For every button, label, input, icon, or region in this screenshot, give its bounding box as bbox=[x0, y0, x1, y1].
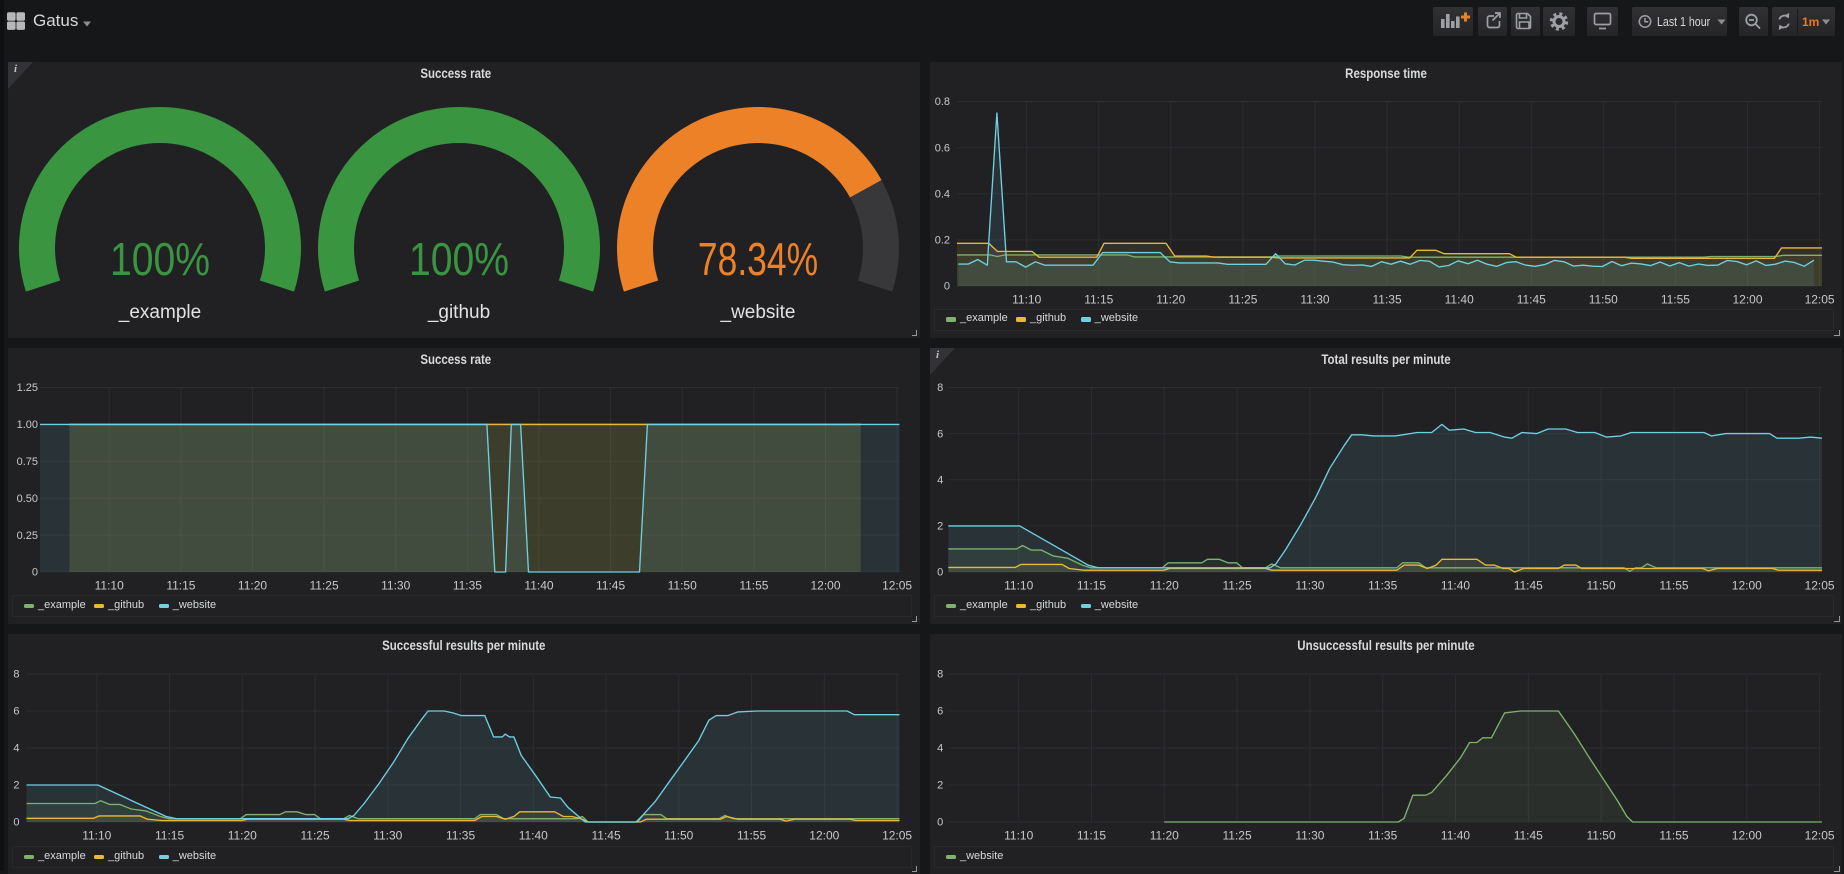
svg-text:11:20: 11:20 bbox=[1150, 579, 1179, 593]
svg-text:11:50: 11:50 bbox=[668, 579, 697, 593]
svg-text:11:35: 11:35 bbox=[446, 829, 475, 843]
svg-text:0.4: 0.4 bbox=[935, 188, 950, 200]
svg-text:0: 0 bbox=[937, 817, 943, 829]
svg-text:11:30: 11:30 bbox=[381, 579, 410, 593]
svg-text:11:40: 11:40 bbox=[524, 579, 553, 593]
svg-text:11:35: 11:35 bbox=[1368, 829, 1397, 843]
svg-text:11:25: 11:25 bbox=[1228, 293, 1257, 307]
svg-text:11:15: 11:15 bbox=[155, 829, 184, 843]
svg-text:11:45: 11:45 bbox=[1514, 829, 1543, 843]
svg-text:8: 8 bbox=[937, 382, 943, 394]
svg-text:12:00: 12:00 bbox=[1732, 579, 1762, 593]
svg-text:11:10: 11:10 bbox=[1004, 579, 1033, 593]
svg-text:11:50: 11:50 bbox=[1587, 579, 1616, 593]
svg-text:11:50: 11:50 bbox=[664, 829, 693, 843]
svg-text:11:20: 11:20 bbox=[1150, 829, 1179, 843]
svg-text:2: 2 bbox=[937, 780, 943, 792]
svg-text:11:55: 11:55 bbox=[737, 829, 766, 843]
svg-text:6: 6 bbox=[937, 706, 943, 718]
svg-text:1.00: 1.00 bbox=[17, 419, 38, 431]
svg-text:0.6: 0.6 bbox=[935, 142, 950, 154]
svg-text:11:40: 11:40 bbox=[1441, 579, 1470, 593]
svg-text:11:10: 11:10 bbox=[82, 829, 111, 843]
svg-text:0.50: 0.50 bbox=[17, 493, 38, 505]
svg-text:8: 8 bbox=[13, 669, 19, 681]
svg-text:11:45: 11:45 bbox=[596, 579, 625, 593]
svg-text:11:55: 11:55 bbox=[1661, 293, 1690, 307]
svg-text:11:35: 11:35 bbox=[453, 579, 482, 593]
svg-text:11:15: 11:15 bbox=[1084, 293, 1113, 307]
svg-text:11:10: 11:10 bbox=[95, 579, 124, 593]
svg-text:11:45: 11:45 bbox=[1514, 579, 1543, 593]
svg-text:0.25: 0.25 bbox=[17, 530, 38, 542]
svg-text:11:30: 11:30 bbox=[1295, 829, 1324, 843]
svg-text:11:15: 11:15 bbox=[166, 579, 195, 593]
svg-text:11:15: 11:15 bbox=[1077, 829, 1106, 843]
svg-text:11:30: 11:30 bbox=[1300, 293, 1329, 307]
svg-text:0.8: 0.8 bbox=[935, 96, 950, 108]
svg-text:2: 2 bbox=[937, 521, 943, 533]
svg-text:0.2: 0.2 bbox=[935, 235, 950, 247]
svg-text:0.75: 0.75 bbox=[17, 456, 38, 468]
svg-text:0: 0 bbox=[32, 567, 38, 579]
svg-text:11:55: 11:55 bbox=[739, 579, 768, 593]
svg-text:0: 0 bbox=[937, 567, 943, 579]
svg-text:11:35: 11:35 bbox=[1368, 579, 1397, 593]
svg-text:6: 6 bbox=[13, 706, 19, 718]
svg-text:11:40: 11:40 bbox=[1445, 293, 1474, 307]
svg-text:12:05: 12:05 bbox=[882, 829, 912, 843]
svg-text:12:05: 12:05 bbox=[1805, 579, 1835, 593]
svg-text:11:40: 11:40 bbox=[519, 829, 548, 843]
svg-text:12:00: 12:00 bbox=[1732, 829, 1762, 843]
svg-text:12:00: 12:00 bbox=[809, 829, 839, 843]
svg-text:11:55: 11:55 bbox=[1659, 579, 1688, 593]
svg-text:0: 0 bbox=[13, 817, 19, 829]
svg-text:11:55: 11:55 bbox=[1659, 829, 1688, 843]
svg-text:6: 6 bbox=[937, 428, 943, 440]
svg-text:11:30: 11:30 bbox=[373, 829, 402, 843]
svg-text:4: 4 bbox=[13, 743, 19, 755]
svg-text:12:00: 12:00 bbox=[810, 579, 840, 593]
svg-text:11:50: 11:50 bbox=[1589, 293, 1618, 307]
svg-text:8: 8 bbox=[937, 669, 943, 681]
svg-text:11:10: 11:10 bbox=[1004, 829, 1033, 843]
svg-text:11:25: 11:25 bbox=[1223, 579, 1252, 593]
svg-text:12:05: 12:05 bbox=[882, 579, 912, 593]
svg-text:11:45: 11:45 bbox=[1517, 293, 1546, 307]
svg-text:11:25: 11:25 bbox=[1223, 829, 1252, 843]
svg-text:11:25: 11:25 bbox=[310, 579, 339, 593]
svg-text:11:50: 11:50 bbox=[1587, 829, 1616, 843]
svg-text:4: 4 bbox=[937, 474, 943, 486]
svg-text:12:00: 12:00 bbox=[1732, 293, 1762, 307]
svg-text:11:20: 11:20 bbox=[238, 579, 267, 593]
svg-text:11:15: 11:15 bbox=[1077, 579, 1106, 593]
svg-text:1.25: 1.25 bbox=[17, 382, 38, 394]
svg-text:4: 4 bbox=[937, 743, 943, 755]
svg-text:11:40: 11:40 bbox=[1441, 829, 1470, 843]
svg-text:11:45: 11:45 bbox=[592, 829, 621, 843]
svg-text:2: 2 bbox=[13, 780, 19, 792]
svg-text:0: 0 bbox=[944, 281, 950, 293]
svg-text:12:05: 12:05 bbox=[1805, 829, 1835, 843]
svg-text:11:20: 11:20 bbox=[228, 829, 257, 843]
svg-text:11:20: 11:20 bbox=[1156, 293, 1185, 307]
svg-text:11:30: 11:30 bbox=[1295, 579, 1324, 593]
svg-text:12:05: 12:05 bbox=[1805, 293, 1835, 307]
svg-text:11:35: 11:35 bbox=[1373, 293, 1402, 307]
svg-text:11:10: 11:10 bbox=[1012, 293, 1041, 307]
svg-text:11:25: 11:25 bbox=[301, 829, 330, 843]
